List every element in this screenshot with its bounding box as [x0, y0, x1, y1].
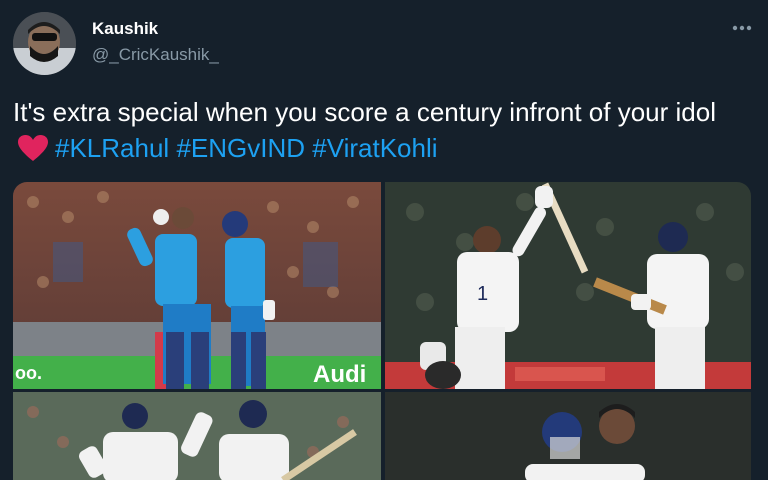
author-display-name[interactable]: Kaushik: [92, 19, 158, 39]
more-dots-icon: [732, 25, 752, 31]
author-handle[interactable]: @_CricKaushik_: [92, 45, 219, 65]
tweet-photo-3[interactable]: [13, 392, 381, 480]
tweet-photo-1[interactable]: oo. Audi: [13, 182, 381, 389]
hashtag-link[interactable]: #ViratKohli: [312, 133, 437, 163]
jersey-number: 1: [477, 283, 488, 305]
hashtag-link[interactable]: #KLRahul: [55, 133, 169, 163]
tweet-body: It's extra special when you score a cent…: [13, 97, 716, 127]
avatar[interactable]: [13, 12, 76, 75]
media-grid: oo. Audi 1: [13, 182, 751, 480]
red-heart-icon: [18, 135, 48, 161]
tweet-photo-4[interactable]: [385, 392, 751, 480]
more-options-button[interactable]: [730, 18, 754, 38]
banner-text: Audi: [313, 361, 366, 388]
tweet-card: Kaushik @_CricKaushik_ It's extra specia…: [0, 0, 768, 480]
tweet-text: It's extra special when you score a cent…: [13, 94, 743, 166]
tweet-photo-2[interactable]: 1: [385, 182, 751, 389]
hashtag-link[interactable]: #ENGvIND: [176, 133, 305, 163]
svg-text:oo.: oo.: [15, 363, 42, 383]
